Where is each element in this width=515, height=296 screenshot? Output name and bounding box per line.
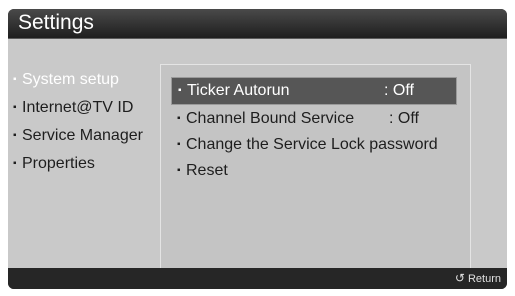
left-menu: ▪ System setup ▪ Internet@TV ID ▪ Service M… [13, 66, 143, 178]
settings-window: Settings ▪ System setup ▪ Internet@TV ID ▪… [8, 9, 507, 289]
bullet-icon: ▪ [13, 74, 17, 85]
bullet-icon: ▪ [177, 113, 181, 124]
option-ticker-autorun[interactable]: ▪ Ticker Autorun : Off [171, 77, 457, 105]
option-label: Change the Service Lock password [186, 136, 438, 153]
footer-bar: ↺ Return [8, 268, 507, 289]
option-label: Reset [186, 162, 228, 179]
option-label: Ticker Autorun [187, 82, 290, 99]
return-icon: ↺ [454, 271, 465, 285]
bullet-icon: ▪ [13, 158, 17, 169]
menu-item-label: System setup [22, 71, 119, 88]
menu-item-internet-tv-id[interactable]: ▪ Internet@TV ID [13, 94, 143, 122]
option-value: : Off [384, 82, 414, 99]
return-button[interactable]: ↺ Return [455, 271, 501, 285]
menu-item-properties[interactable]: ▪ Properties [13, 150, 143, 178]
options-panel: ▪ Ticker Autorun : Off ▪ Channel Bound Ser… [160, 64, 471, 274]
bullet-icon: ▪ [178, 85, 182, 96]
bullet-icon: ▪ [177, 139, 181, 150]
option-value: : Off [389, 110, 419, 127]
bullet-icon: ▪ [177, 165, 181, 176]
option-change-service-lock-password[interactable]: ▪ Change the Service Lock password [177, 132, 438, 158]
title-bar: Settings [8, 9, 507, 39]
bullet-icon: ▪ [13, 130, 17, 141]
option-channel-bound-service[interactable]: ▪ Channel Bound Service : Off [177, 106, 419, 132]
page-title: Settings [18, 11, 94, 34]
settings-body: ▪ System setup ▪ Internet@TV ID ▪ Service M… [8, 39, 507, 274]
option-label: Channel Bound Service [186, 110, 355, 127]
menu-item-system-setup[interactable]: ▪ System setup [13, 66, 143, 94]
menu-item-label: Properties [22, 155, 95, 172]
menu-item-service-manager[interactable]: ▪ Service Manager [13, 122, 143, 150]
option-reset[interactable]: ▪ Reset [177, 158, 228, 184]
menu-item-label: Internet@TV ID [22, 99, 134, 116]
menu-item-label: Service Manager [22, 127, 143, 144]
return-label: Return [467, 273, 501, 285]
bullet-icon: ▪ [13, 102, 17, 113]
